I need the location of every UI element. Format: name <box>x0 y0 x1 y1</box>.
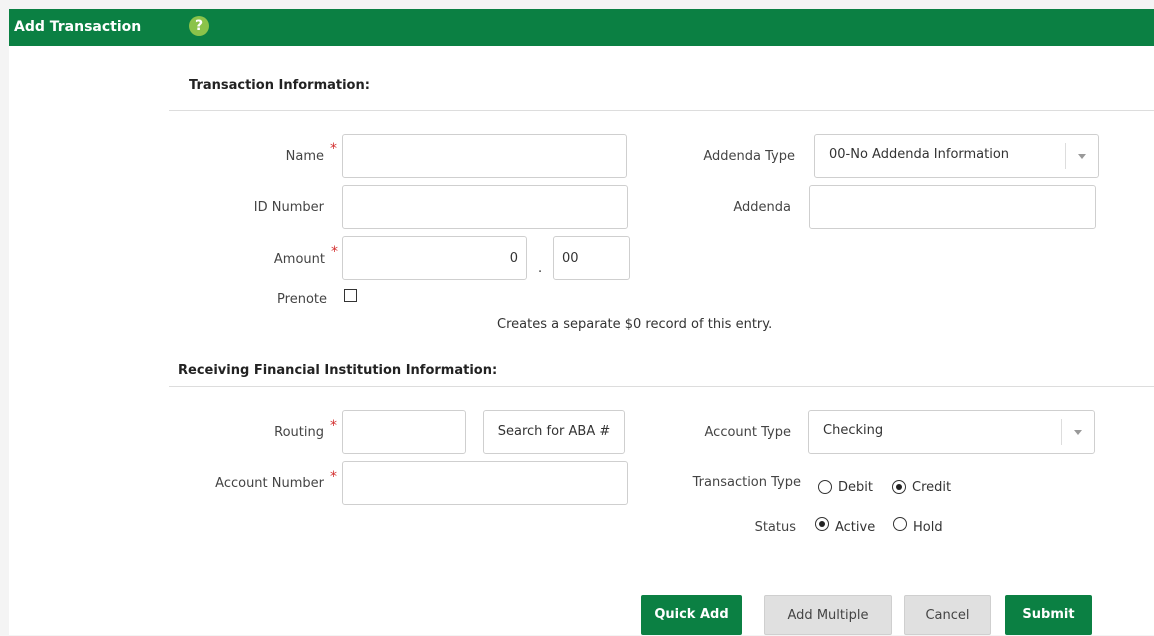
page-title: Add Transaction <box>14 19 142 35</box>
help-icon[interactable]: ? <box>189 16 209 36</box>
addenda-type-label: Addenda Type <box>703 149 795 164</box>
prenote-checkbox[interactable] <box>344 289 357 302</box>
transaction-type-label: Transaction Type <box>692 475 801 490</box>
transaction-type-credit-radio[interactable] <box>892 480 906 494</box>
addenda-type-value: 00-No Addenda Information <box>829 147 1010 162</box>
status-active-radio[interactable] <box>815 517 829 531</box>
search-aba-button[interactable]: Search for ABA # <box>483 410 625 454</box>
transaction-type-debit-radio[interactable] <box>818 480 832 494</box>
id-number-label: ID Number <box>253 200 324 215</box>
cancel-button[interactable]: Cancel <box>904 595 991 635</box>
chevron-down-icon <box>1074 430 1082 435</box>
submit-button[interactable]: Submit <box>1005 595 1092 635</box>
amount-cents-input[interactable] <box>553 236 630 280</box>
amount-dollars-input[interactable] <box>342 236 527 280</box>
prenote-label: Prenote <box>277 292 327 307</box>
status-hold-radio[interactable] <box>893 517 907 531</box>
routing-label: Routing <box>274 425 324 440</box>
required-marker: * <box>330 141 337 157</box>
section-divider <box>169 110 1154 111</box>
transaction-section-title: Transaction Information: <box>189 78 370 93</box>
account-type-label: Account Type <box>704 425 791 440</box>
required-marker: * <box>330 418 337 434</box>
add-transaction-panel: Add Transaction ? Transaction Informatio… <box>9 9 1154 635</box>
select-divider <box>1065 143 1066 169</box>
rfi-section-title: Receiving Financial Institution Informat… <box>178 363 498 378</box>
required-marker: * <box>330 469 337 485</box>
name-input[interactable] <box>342 134 627 178</box>
required-marker: * <box>331 244 338 260</box>
account-type-select[interactable]: Checking <box>808 410 1095 454</box>
select-divider <box>1061 419 1062 445</box>
section-divider <box>169 386 1154 387</box>
account-number-label: Account Number <box>215 476 324 491</box>
transaction-type-debit-label[interactable]: Debit <box>838 480 873 495</box>
add-multiple-button[interactable]: Add Multiple <box>764 595 892 635</box>
addenda-input[interactable] <box>809 185 1096 229</box>
transaction-type-credit-label[interactable]: Credit <box>912 480 951 495</box>
name-label: Name <box>285 149 324 164</box>
chevron-down-icon <box>1078 154 1086 159</box>
addenda-label: Addenda <box>733 200 791 215</box>
account-type-value: Checking <box>823 423 884 438</box>
routing-input[interactable] <box>342 410 466 454</box>
amount-decimal-separator: . <box>538 261 543 276</box>
addenda-type-select[interactable]: 00-No Addenda Information <box>814 134 1099 178</box>
header-bar: Add Transaction ? <box>9 9 1154 46</box>
prenote-note: Creates a separate $0 record of this ent… <box>497 317 773 332</box>
status-hold-label[interactable]: Hold <box>913 520 943 535</box>
id-number-input[interactable] <box>342 185 628 229</box>
account-number-input[interactable] <box>342 461 628 505</box>
status-active-label[interactable]: Active <box>835 520 875 535</box>
quick-add-button[interactable]: Quick Add <box>641 595 742 635</box>
amount-label: Amount <box>273 252 325 267</box>
status-label: Status <box>754 520 796 535</box>
